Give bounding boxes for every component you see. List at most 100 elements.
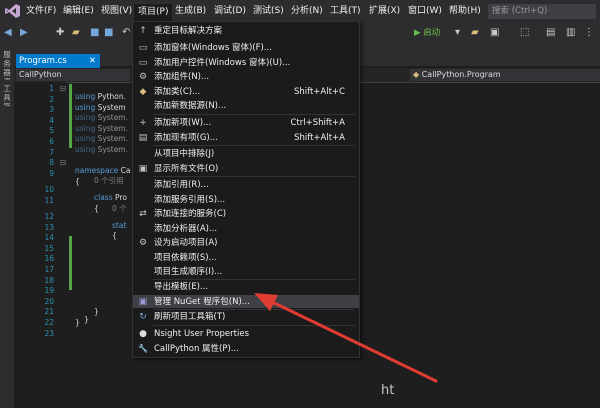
- save-all-icon[interactable]: ■: [104, 26, 113, 40]
- menu-item-add-reference[interactable]: 添加引用(R)...: [133, 178, 359, 192]
- code-line: {: [94, 203, 99, 213]
- visual-studio-logo-icon: [4, 3, 21, 19]
- project-nav-dropdown[interactable]: CallPython: [16, 69, 130, 81]
- class-icon: ◆: [139, 86, 147, 97]
- user-control-icon: ▭: [138, 57, 148, 68]
- code-line: {: [75, 176, 80, 186]
- menu-view[interactable]: 视图(V): [101, 5, 132, 17]
- nsight-icon: ●: [139, 329, 147, 339]
- toolbar-folder-icon[interactable]: ▰: [471, 26, 479, 40]
- connected-service-icon: ⇄: [139, 209, 147, 219]
- project-nav-label: CallPython: [19, 70, 62, 79]
- server-explorer-tab[interactable]: 服务器资源管理器: [2, 50, 12, 80]
- line-number: 1: [49, 84, 54, 93]
- save-icon[interactable]: ■: [90, 26, 99, 40]
- toolbar-icon[interactable]: ▥: [566, 26, 575, 40]
- menu-help[interactable]: 帮助(H): [449, 5, 481, 17]
- line-number: 2: [49, 94, 54, 104]
- line-number: 22: [44, 318, 54, 327]
- line-number: 7: [49, 147, 54, 157]
- collapse-icon[interactable]: ⊟: [60, 158, 66, 169]
- menu-item-set-startup-project[interactable]: ⚙ 设为启动项目(A): [133, 236, 359, 250]
- menu-extensions[interactable]: 扩展(X): [369, 5, 400, 17]
- menu-item-show-all-files[interactable]: ▣ 显示所有文件(O): [133, 162, 359, 176]
- line-number: 10: [44, 185, 54, 194]
- menu-item-add-connected-service[interactable]: ⇄ 添加连接的服务(C): [133, 207, 359, 221]
- menu-item-add-existing-item[interactable]: ▤ 添加现有项(G)... Shift+Alt+A: [133, 131, 359, 145]
- menu-item-project-build-order[interactable]: 项目生成顺序(I)...: [133, 265, 359, 279]
- toolbar-window-icon[interactable]: ▣: [490, 26, 499, 40]
- line-number: 17: [44, 265, 54, 274]
- annotation-arrow: [254, 293, 438, 383]
- menu-analyze[interactable]: 分析(N): [291, 5, 323, 17]
- menu-item-add-component[interactable]: ⚙ 添加组件(N)...: [133, 70, 359, 84]
- code-line: namespace Ca: [75, 166, 131, 176]
- line-number: 14: [44, 233, 54, 243]
- menu-item-add-service-reference[interactable]: 添加服务引用(S)...: [133, 193, 359, 207]
- line-number: 19: [44, 286, 54, 296]
- toolbar-icon[interactable]: ⬚: [520, 26, 529, 40]
- line-number: 8: [49, 158, 54, 168]
- menu-item-add-user-control[interactable]: ▭ 添加用户控件(Windows 窗体)(U)...: [133, 56, 359, 70]
- nuget-icon: ▣: [138, 297, 148, 307]
- new-item-icon: +: [139, 118, 147, 128]
- line-number: 15: [44, 243, 54, 253]
- new-item-icon[interactable]: ✚: [56, 26, 64, 40]
- line-number: 21: [44, 307, 54, 317]
- menu-item-add-form[interactable]: ▭ 添加窗体(Windows 窗体)(F)...: [133, 41, 359, 55]
- code-line: using System.: [75, 145, 129, 154]
- line-number: 11: [44, 195, 54, 205]
- undo-icon[interactable]: ↶: [122, 26, 130, 40]
- menu-debug[interactable]: 调试(D): [214, 5, 246, 17]
- menu-item-project-dependencies[interactable]: 项目依赖项(S)...: [133, 251, 359, 265]
- menu-separator: [153, 145, 355, 146]
- toolbar-icon[interactable]: ▤: [546, 26, 555, 40]
- tab-label: Program.cs: [19, 56, 67, 66]
- closing-brace: }: [94, 307, 99, 316]
- code-line: {: [112, 231, 117, 240]
- closing-brace: }: [75, 318, 80, 327]
- search-input[interactable]: 搜索 (Ctrl+Q): [488, 4, 596, 19]
- component-icon: ⚙: [138, 72, 148, 82]
- startup-gear-icon: ⚙: [138, 238, 148, 248]
- menu-item-add-data-source[interactable]: 添加新数据源(N)...: [133, 99, 359, 113]
- menu-separator: [153, 176, 355, 177]
- open-icon[interactable]: ▰: [72, 26, 80, 40]
- menu-item-add-analyzer[interactable]: 添加分析器(A)...: [133, 222, 359, 236]
- refresh-icon: ↻: [139, 312, 147, 322]
- menu-test[interactable]: 测试(S): [253, 5, 284, 17]
- menu-build[interactable]: 生成(B): [175, 5, 206, 17]
- toolbar-icon[interactable]: ⋮: [584, 26, 594, 40]
- line-number: 13: [44, 222, 54, 232]
- show-all-files-icon: ▣: [138, 163, 148, 174]
- line-number: 18: [44, 275, 54, 285]
- menu-item-exclude-from-project[interactable]: 从项目中排除(J): [133, 147, 359, 161]
- back-icon[interactable]: ◀: [4, 26, 12, 40]
- line-number: 4: [49, 115, 54, 125]
- toolbox-tab[interactable]: 工具箱: [2, 84, 12, 106]
- menu-item-retarget-solution[interactable]: ↑ 重定目标解决方案: [133, 24, 359, 38]
- change-marker: [69, 236, 72, 290]
- menu-item-add-new-item[interactable]: + 添加新项(W)... Ctrl+Shift+A: [133, 116, 359, 130]
- forward-icon[interactable]: ▶: [20, 26, 28, 40]
- closing-brace: }: [84, 315, 89, 324]
- line-number: 16: [44, 254, 54, 264]
- type-nav-dropdown[interactable]: ◆ CallPython.Program: [410, 69, 600, 81]
- menu-project[interactable]: 项目(P): [133, 3, 174, 22]
- menu-edit[interactable]: 编辑(E): [63, 5, 94, 17]
- line-number: 12: [44, 212, 54, 221]
- tab-close-icon[interactable]: ✕: [89, 54, 96, 68]
- menu-item-add-class[interactable]: ◆ 添加类(C)... Shift+Alt+C: [133, 85, 359, 99]
- line-number: 20: [44, 296, 54, 306]
- menu-file[interactable]: 文件(F): [26, 5, 56, 17]
- menu-tools[interactable]: 工具(T): [330, 5, 361, 17]
- start-button[interactable]: ▶ 启动: [414, 26, 440, 40]
- line-number: 3: [49, 105, 54, 115]
- line-number: 9: [49, 168, 54, 178]
- toolbar-dropdown-icon[interactable]: ▾: [455, 26, 460, 40]
- collapse-icon[interactable]: ⊟: [60, 84, 66, 95]
- menu-window[interactable]: 窗口(W): [408, 5, 442, 17]
- menu-separator: [153, 114, 355, 115]
- tab-program-cs[interactable]: Program.cs ✕: [16, 54, 100, 68]
- class-icon: ◆: [413, 70, 420, 79]
